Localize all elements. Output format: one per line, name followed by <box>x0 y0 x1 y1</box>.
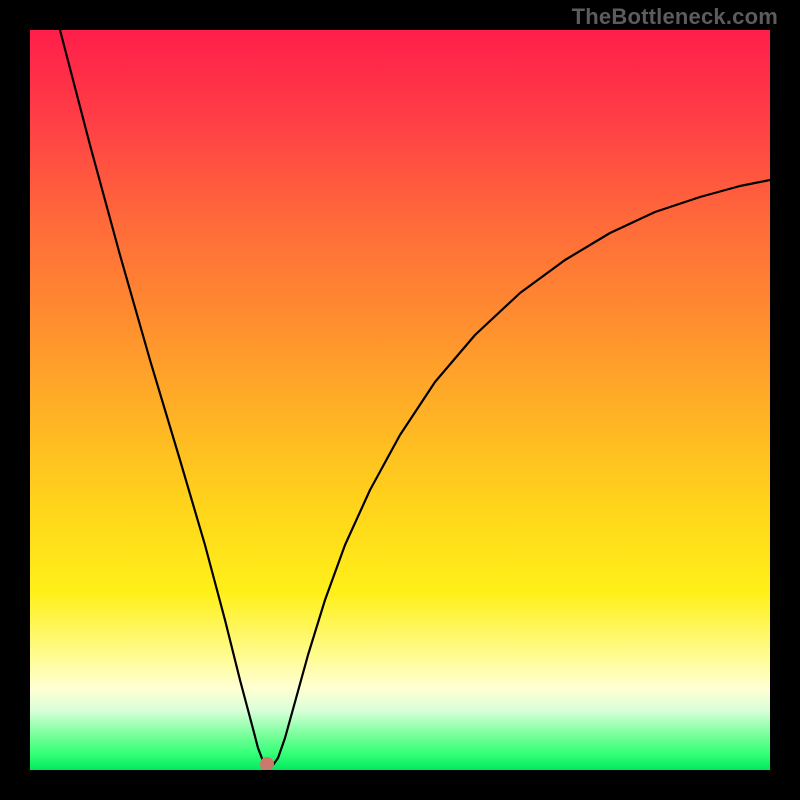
min-point-marker <box>260 757 274 770</box>
chart-frame: TheBottleneck.com <box>0 0 800 800</box>
plot-area <box>30 30 770 770</box>
curve-svg <box>30 30 770 770</box>
curve-line <box>60 30 770 765</box>
watermark: TheBottleneck.com <box>572 4 778 30</box>
